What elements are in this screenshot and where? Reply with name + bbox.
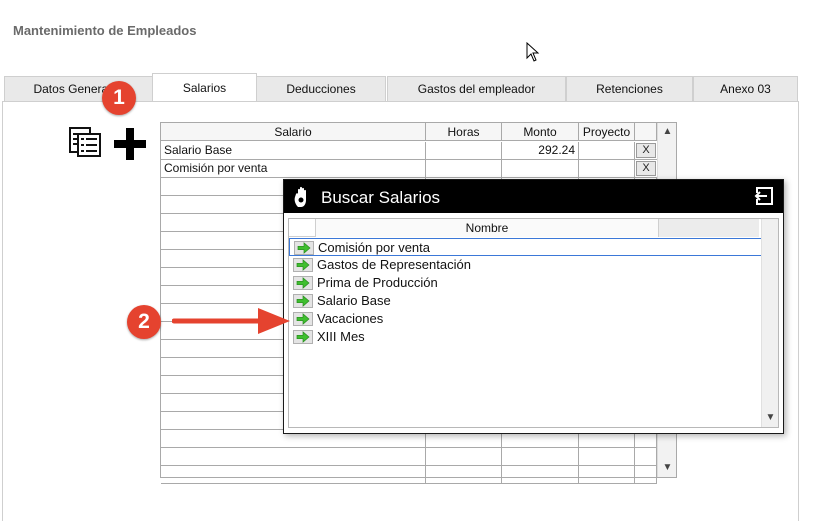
column-header-horas: Horas bbox=[426, 123, 502, 141]
list-item[interactable]: Salario Base bbox=[289, 292, 762, 310]
empty-cell[interactable] bbox=[426, 466, 502, 484]
header-filler bbox=[659, 219, 759, 237]
select-arrow-icon[interactable] bbox=[293, 312, 313, 326]
table-row bbox=[161, 448, 657, 466]
cell-monto[interactable] bbox=[502, 160, 579, 178]
empty-cell[interactable] bbox=[502, 466, 579, 484]
list-item-label: Salario Base bbox=[317, 293, 391, 308]
table-row bbox=[161, 466, 657, 484]
buscar-salarios-dialog: Buscar Salarios Nombre Comisión por vent… bbox=[283, 179, 784, 434]
step-badge-1: 1 bbox=[102, 81, 136, 115]
tab-salarios[interactable]: Salarios bbox=[152, 73, 257, 102]
scroll-up-icon[interactable]: ▲ bbox=[658, 124, 677, 140]
cell-salario[interactable]: Comisión por venta bbox=[161, 160, 426, 178]
empty-cell[interactable] bbox=[426, 448, 502, 466]
tab-deducciones[interactable]: Deducciones bbox=[256, 76, 386, 102]
table-row: Salario Base 292.24 X bbox=[161, 142, 657, 160]
table-row: Comisión por venta X bbox=[161, 160, 657, 178]
empty-cell[interactable] bbox=[579, 448, 635, 466]
tab-anexo-03[interactable]: Anexo 03 bbox=[693, 76, 798, 102]
list-item-label: Comisión por venta bbox=[318, 240, 430, 255]
tab-gastos-del-empleador[interactable]: Gastos del empleador bbox=[387, 76, 566, 102]
delete-row-button[interactable]: X bbox=[636, 143, 656, 158]
list-item-label: XIII Mes bbox=[317, 329, 365, 344]
list-item[interactable]: Vacaciones bbox=[289, 310, 762, 328]
mouse-cursor-icon bbox=[526, 42, 540, 62]
cell-horas[interactable] bbox=[426, 142, 502, 160]
salary-grid-header: Salario Horas Monto Proyecto bbox=[161, 123, 657, 141]
list-item-label: Vacaciones bbox=[317, 311, 384, 326]
list-item[interactable]: XIII Mes bbox=[289, 328, 762, 346]
salarios-list: Nombre Comisión por venta Gastos de Repre… bbox=[288, 218, 779, 428]
scroll-down-icon[interactable]: ▼ bbox=[762, 410, 779, 426]
list-item[interactable]: Gastos de Representación bbox=[289, 256, 762, 274]
step-badge-2: 2 bbox=[127, 305, 161, 339]
red-arrow-icon bbox=[172, 308, 290, 334]
column-header-delete bbox=[635, 123, 657, 141]
empty-cell[interactable] bbox=[161, 466, 426, 484]
column-header-nombre: Nombre bbox=[315, 219, 659, 237]
plus-icon[interactable] bbox=[113, 127, 147, 161]
column-header-proyecto: Proyecto bbox=[579, 123, 635, 141]
exit-icon[interactable] bbox=[753, 186, 775, 206]
empty-cell[interactable] bbox=[635, 448, 657, 466]
cell-horas[interactable] bbox=[426, 160, 502, 178]
list-icon[interactable] bbox=[68, 126, 102, 158]
cell-salario[interactable]: Salario Base bbox=[161, 142, 426, 160]
tab-retenciones[interactable]: Retenciones bbox=[566, 76, 693, 102]
list-item-label: Prima de Producción bbox=[317, 275, 438, 290]
dialog-scrollbar[interactable]: ▼ bbox=[761, 219, 778, 427]
empty-cell[interactable] bbox=[579, 466, 635, 484]
delete-row-button[interactable]: X bbox=[636, 161, 656, 176]
empty-cell[interactable] bbox=[502, 448, 579, 466]
cell-proyecto[interactable] bbox=[579, 142, 635, 160]
select-arrow-icon[interactable] bbox=[293, 258, 313, 272]
select-arrow-icon[interactable] bbox=[293, 294, 313, 308]
select-arrow-icon[interactable] bbox=[293, 276, 313, 290]
dialog-title: Buscar Salarios bbox=[321, 188, 441, 207]
scroll-down-icon[interactable]: ▼ bbox=[658, 460, 677, 476]
salarios-list-header: Nombre bbox=[289, 219, 759, 237]
dialog-title-bar: Buscar Salarios bbox=[284, 180, 783, 213]
column-header-monto: Monto bbox=[502, 123, 579, 141]
column-header-salario: Salario bbox=[161, 123, 426, 141]
list-item[interactable]: Prima de Producción bbox=[289, 274, 762, 292]
hand-icon bbox=[294, 186, 306, 207]
list-item[interactable]: Comisión por venta bbox=[289, 238, 762, 256]
empty-cell[interactable] bbox=[635, 466, 657, 484]
select-arrow-icon[interactable] bbox=[294, 241, 314, 255]
page-title: Mantenimiento de Empleados bbox=[13, 23, 197, 38]
empty-cell[interactable] bbox=[161, 448, 426, 466]
select-arrow-icon[interactable] bbox=[293, 330, 313, 344]
cell-monto[interactable]: 292.24 bbox=[502, 142, 579, 160]
list-item-label: Gastos de Representación bbox=[317, 257, 471, 272]
cell-proyecto[interactable] bbox=[579, 160, 635, 178]
